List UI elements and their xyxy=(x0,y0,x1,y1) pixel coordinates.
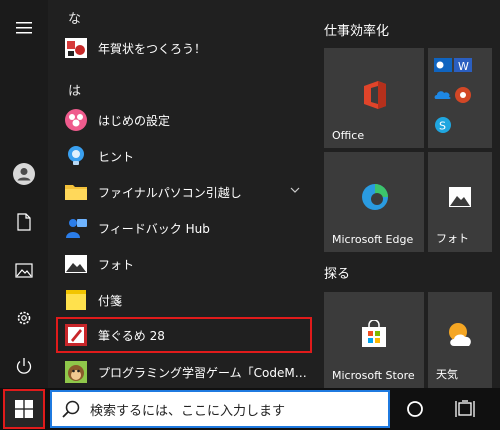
app-label: 付箋 xyxy=(98,293,123,308)
skype-icon: S xyxy=(435,117,451,133)
app-label: 年賀状をつくろう！ xyxy=(98,41,207,56)
office-tile[interactable]: Office xyxy=(324,48,424,148)
feedback-hub-icon xyxy=(64,216,88,240)
sticky-notes-icon xyxy=(64,288,88,312)
app-label: 筆ぐるめ 28 xyxy=(98,328,165,343)
app-item-feedback-hub[interactable]: フィードバック Hub xyxy=(58,211,310,245)
tile-label: Office xyxy=(332,129,365,142)
app-item-nengajo[interactable]: 年賀状をつくろう！ xyxy=(58,31,310,65)
start-button[interactable] xyxy=(3,389,45,429)
office-apps-tile[interactable]: W S xyxy=(428,48,492,148)
expand-menu-button[interactable] xyxy=(0,8,48,48)
svg-text:W: W xyxy=(458,60,469,73)
power-button[interactable] xyxy=(0,346,48,386)
gear-icon xyxy=(17,311,31,325)
user-avatar-icon xyxy=(13,163,35,185)
account-button[interactable] xyxy=(0,154,48,194)
app-item-tips[interactable]: ヒント xyxy=(58,139,310,173)
store-icon xyxy=(362,320,386,347)
documents-button[interactable] xyxy=(0,202,48,242)
app-list: な 年賀状をつくろう！ は はじめの設定 ヒント ファイナルパソコン引越し フィ… xyxy=(48,0,316,388)
app-item-setup[interactable]: はじめの設定 xyxy=(58,103,310,137)
store-tile[interactable]: Microsoft Store xyxy=(324,292,424,388)
app-label: フィードバック Hub xyxy=(98,221,210,236)
tile-label: Microsoft Store xyxy=(332,369,415,382)
app-label: プログラミング学習ゲーム「CodeMonkey（… xyxy=(98,365,310,380)
document-icon xyxy=(17,213,31,231)
setup-icon xyxy=(64,108,88,132)
app-item-pc-move[interactable]: ファイナルパソコン引越し xyxy=(58,175,310,209)
pictures-button[interactable] xyxy=(0,250,48,290)
word-icon: W xyxy=(454,58,472,73)
start-menu: な 年賀状をつくろう！ は はじめの設定 ヒント ファイナルパソコン引越し フィ… xyxy=(0,0,500,388)
photos-icon xyxy=(64,252,88,276)
app-label: ファイナルパソコン引越し xyxy=(98,185,242,200)
search-placeholder: 検索するには、ここに入力します xyxy=(90,403,286,419)
tile-label: フォト xyxy=(436,232,469,245)
nengajo-icon xyxy=(64,36,88,60)
cortana-icon xyxy=(407,401,423,417)
taskbar: 検索するには、ここに入力します xyxy=(0,388,500,430)
outlook-icon xyxy=(434,58,452,72)
letter-header-ha[interactable]: は xyxy=(68,80,81,99)
task-view-icon xyxy=(455,400,475,417)
photos-tile[interactable]: フォト xyxy=(428,152,492,252)
tiles-panel: 仕事効率化 Office W S Microsoft Edge フォト 探る M… xyxy=(316,0,500,388)
fudegurume-icon xyxy=(64,323,88,347)
codemonkey-icon xyxy=(64,360,88,384)
weather-tile[interactable]: 天気 xyxy=(428,292,492,388)
svg-text:S: S xyxy=(439,120,446,133)
tips-icon xyxy=(64,144,88,168)
letter-header-na[interactable]: な xyxy=(68,8,81,27)
search-box[interactable]: 検索するには、ここに入力します xyxy=(50,390,390,428)
app-label: ヒント xyxy=(98,149,135,164)
edge-tile[interactable]: Microsoft Edge xyxy=(324,152,424,252)
app-item-fudegurume[interactable]: 筆ぐるめ 28 xyxy=(56,317,312,353)
onedrive-icon xyxy=(434,91,451,99)
weather-icon xyxy=(449,323,471,346)
app-item-photos[interactable]: フォト xyxy=(58,247,310,281)
task-view-button[interactable] xyxy=(452,396,478,422)
app-label: はじめの設定 xyxy=(98,113,171,128)
hamburger-icon xyxy=(16,22,32,34)
office-icon xyxy=(364,81,386,109)
search-icon xyxy=(62,400,80,418)
power-icon xyxy=(16,358,32,374)
group-title-productivity[interactable]: 仕事効率化 xyxy=(324,20,389,39)
app-label: フォト xyxy=(98,257,135,272)
windows-logo-icon xyxy=(15,400,33,418)
app-item-codemonkey[interactable]: プログラミング学習ゲーム「CodeMonkey（… xyxy=(58,355,310,388)
app-item-sticky-notes[interactable]: 付箋 xyxy=(58,283,310,317)
photos-icon xyxy=(449,187,471,207)
settings-button[interactable] xyxy=(0,298,48,338)
start-rail xyxy=(0,0,48,388)
folder-icon xyxy=(64,180,88,204)
chevron-down-icon[interactable] xyxy=(290,187,300,193)
cortana-button[interactable] xyxy=(402,396,428,422)
tile-label: Microsoft Edge xyxy=(332,233,414,246)
powerpoint-icon xyxy=(455,87,471,103)
group-title-explore[interactable]: 探る xyxy=(324,263,350,282)
pictures-icon xyxy=(15,262,33,278)
edge-icon xyxy=(362,184,388,210)
tile-label: 天気 xyxy=(436,368,458,381)
